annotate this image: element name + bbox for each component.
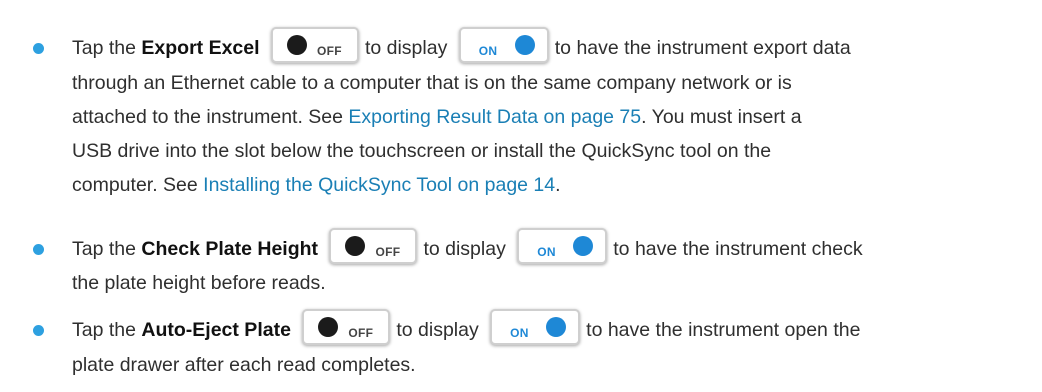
item-line-5: computer. See Installing the QuickSync T… [72,172,561,198]
text-tail: to have the instrument check [613,238,863,261]
item-line-4: USB drive into the slot below the touchs… [72,138,771,164]
text-mid: to display [423,238,506,261]
bullet-icon [33,325,44,336]
text-tail: to have the instrument open the [586,319,861,342]
item-line-3: attached to the instrument. See Exportin… [72,104,802,130]
toggle-on-label: ON [537,245,556,259]
bullet-icon [33,43,44,54]
item-line-1: Tap the Export Excel OFF to display ON to … [72,27,851,63]
toggle-off-label: OFF [348,326,374,340]
item-line-2: the plate height before reads. [72,270,326,296]
text: . You must insert a [641,106,802,128]
setting-name-check-plate-height: Check Plate Height [141,238,319,261]
item-line-1: Tap the Auto-Eject Plate OFF to display O… [72,309,861,345]
text: plate drawer after each read completes. [72,354,416,376]
toggle-off-icon: OFF [270,27,359,63]
toggle-on-icon: ON [490,309,581,345]
toggle-off-icon: OFF [329,228,418,264]
setting-name-export-excel: Export Excel [141,37,260,60]
text: USB drive into the slot below the touchs… [72,140,772,162]
link-installing-quicksync[interactable]: Installing the QuickSync Tool on page 14 [203,174,555,196]
toggle-on-label: ON [510,326,529,340]
text-lead: Tap the [72,37,142,60]
text: the plate height before reads. [72,272,326,294]
link-exporting-result-data[interactable]: Exporting Result Data on page 75 [348,106,641,128]
text: . [555,174,561,196]
text-mid: to display [364,37,448,60]
text-mid: to display [396,319,479,342]
toggle-off-icon: OFF [302,309,391,345]
text: attached to the instrument. See [72,106,349,128]
text: through an Ethernet cable to a computer … [72,72,792,94]
setting-name-auto-eject-plate: Auto-Eject Plate [141,319,291,342]
text-lead: Tap the [72,319,142,342]
item-line-2: plate drawer after each read completes. [72,352,416,378]
item-line-1: Tap the Check Plate Height OFF to display… [72,228,863,264]
text-lead: Tap the [72,238,142,261]
text-tail: to have the instrument export data [554,37,851,60]
toggle-off-label: OFF [316,44,342,58]
toggle-on-label: ON [478,44,498,58]
bullet-icon [33,244,44,255]
toggle-on-icon: ON [458,27,549,63]
toggle-on-icon: ON [517,228,608,264]
item-line-2: through an Ethernet cable to a computer … [72,70,792,96]
toggle-off-label: OFF [375,245,401,259]
text: computer. See [72,174,204,196]
